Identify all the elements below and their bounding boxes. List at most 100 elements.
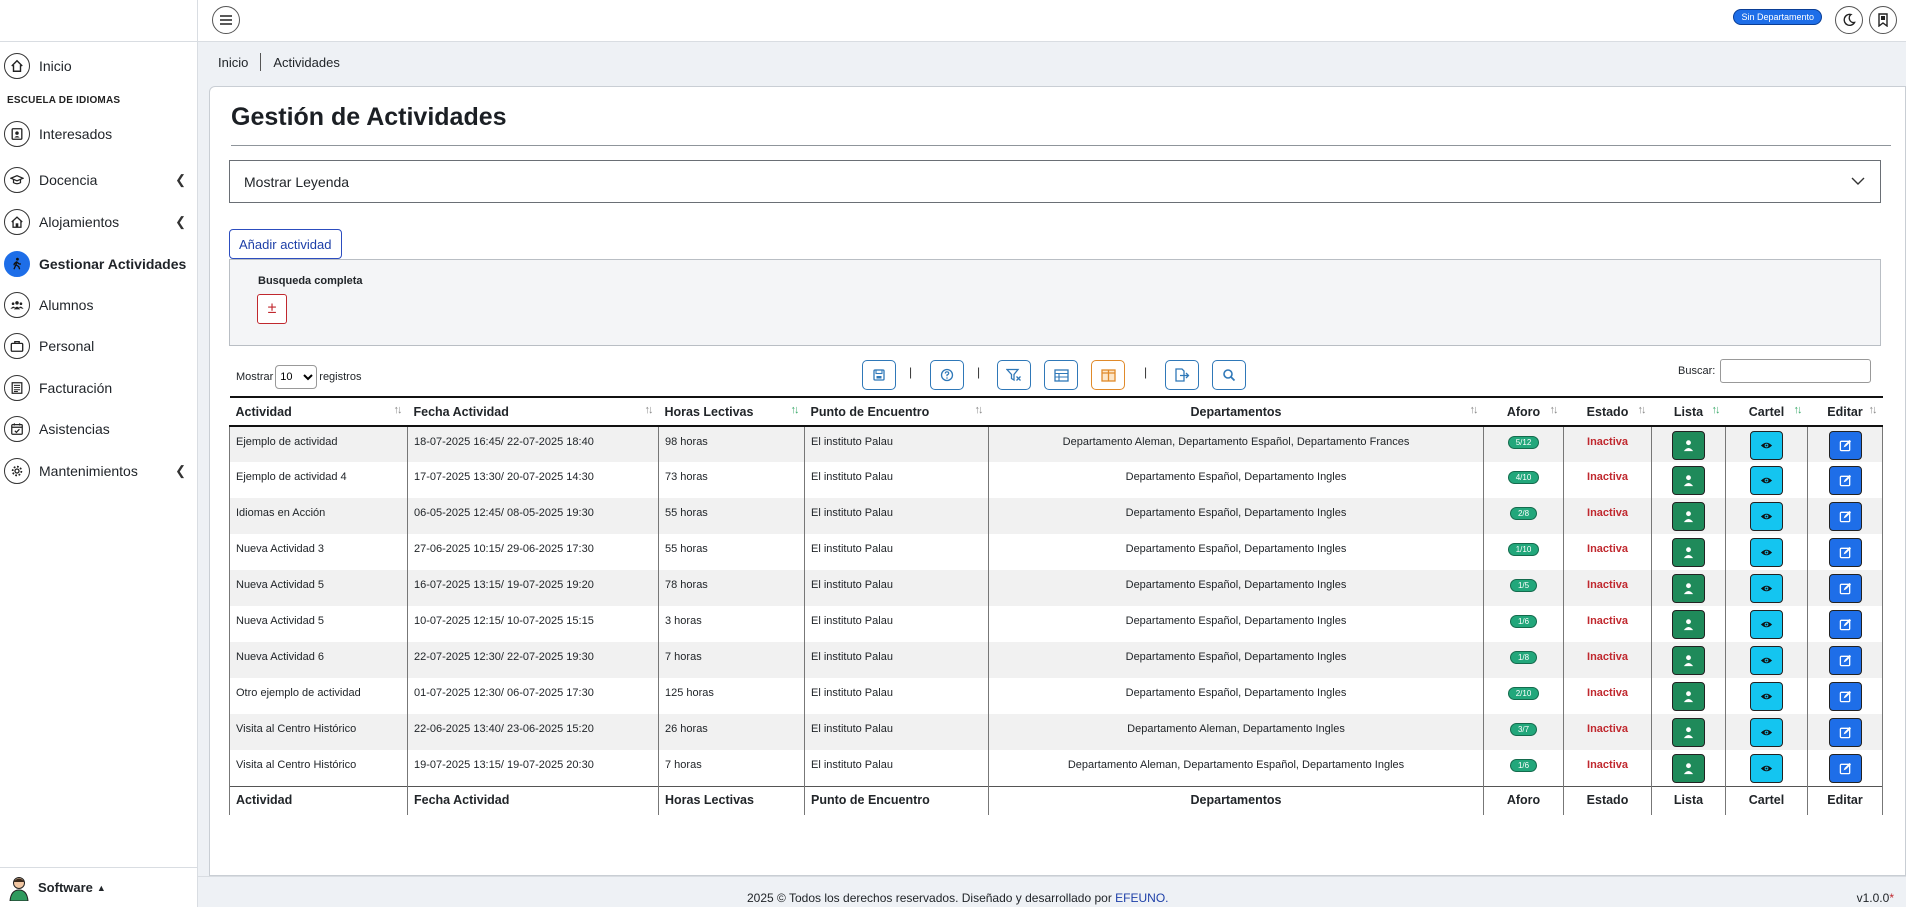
cell-cartel [1725,534,1808,570]
table-icon [1053,368,1069,382]
sidebar-item-interesados[interactable]: Interesados [0,118,198,150]
cell-punto: El instituto Palau [804,570,989,606]
poster-button[interactable] [1750,466,1783,495]
menu-toggle-button[interactable] [212,6,240,34]
save-state-button[interactable] [862,360,896,390]
clear-filter-button[interactable] [997,360,1031,390]
list-button[interactable] [1672,682,1705,711]
avatar [9,876,29,901]
footer-header-cell: Cartel [1725,785,1808,815]
cell-departamentos: Departamento Español, Departamento Ingle… [988,570,1484,606]
sidebar-item-alumnos[interactable]: Alumnos [0,289,198,321]
edit-button[interactable] [1828,502,1862,531]
aforo-badge: 1/6 [1509,759,1538,772]
sort-icon: ↑↓ [790,404,800,416]
poster-button[interactable] [1750,682,1783,711]
cell-estado: Inactiva [1563,498,1652,534]
search-button[interactable] [1212,360,1246,390]
column-header-departamentos[interactable]: Departamentos ↑↓ [988,396,1484,427]
edit-button[interactable] [1828,538,1862,567]
edit-button[interactable] [1828,610,1862,639]
cell-departamentos: Departamento Español, Departamento Ingle… [988,498,1484,534]
cell-fecha: 06-05-2025 12:45/ 08-05-2025 19:30 [407,498,659,534]
user-menu[interactable]: Software ▲ [0,867,198,907]
column-header-punto[interactable]: Punto de Encuentro ↑↓ [804,396,989,427]
department-badge[interactable]: Sin Departamento [1733,9,1822,25]
table-row: Nueva Actividad 3 27-06-2025 10:15/ 29-06… [229,534,1883,570]
edit-button[interactable] [1828,646,1862,675]
edit-button[interactable] [1828,718,1862,747]
file-export-icon [1175,368,1190,382]
add-activity-button[interactable]: Añadir actividad [229,229,342,259]
sidebar-item-docencia[interactable]: Docencia ❮ [0,164,198,196]
column-header-fecha[interactable]: Fecha Actividad ↑↓ [407,396,659,427]
cell-editar [1807,498,1883,534]
table-row: Nueva Actividad 6 22-07-2025 12:30/ 22-07… [229,642,1883,678]
sidebar-item-facturacion[interactable]: Facturación [0,372,198,404]
version-number: v1.0.0 [1856,891,1890,905]
poster-button[interactable] [1750,610,1783,639]
sidebar-item-asistencias[interactable]: Asistencias [0,413,198,445]
cell-departamentos: Departamento Español, Departamento Ingle… [988,606,1484,642]
edit-button[interactable] [1828,754,1862,783]
sidebar-item-alojamientos[interactable]: Alojamientos ❮ [0,206,198,238]
footer-header-cell: Fecha Actividad [407,785,659,815]
poster-button[interactable] [1750,502,1783,531]
list-button[interactable] [1672,538,1705,567]
breadcrumb-home-link[interactable]: Inicio [218,55,248,70]
column-header-editar[interactable]: Editar ↑↓ [1807,396,1883,427]
cell-punto: El instituto Palau [804,606,989,642]
edit-button[interactable] [1828,682,1862,711]
poster-button[interactable] [1750,718,1783,747]
list-button[interactable] [1672,646,1705,675]
edit-button[interactable] [1828,431,1862,460]
list-button[interactable] [1672,431,1705,460]
page-length-select[interactable]: 10 [275,365,318,389]
cell-lista [1651,642,1726,678]
brand-link[interactable]: EFEUNO. [1115,891,1168,905]
edit-button[interactable] [1828,466,1862,495]
list-button[interactable] [1672,610,1705,639]
export-excel-button[interactable] [1044,360,1078,390]
poster-button[interactable] [1750,431,1783,460]
list-button[interactable] [1672,574,1705,603]
column-header-horas[interactable]: Horas Lectivas ↑↓ [658,396,805,427]
bookmark-button[interactable] [1869,6,1897,34]
legend-toggle[interactable]: Mostrar Leyenda [229,160,1881,203]
sidebar-item-inicio[interactable]: Inicio [0,50,198,82]
edit-button[interactable] [1828,574,1862,603]
sidebar-item-gestionar-actividades[interactable]: Gestionar Actividades [0,248,198,280]
version-mark: * [1889,891,1894,905]
cell-fecha: 01-07-2025 12:30/ 06-07-2025 17:30 [407,678,659,714]
poster-button[interactable] [1750,754,1783,783]
sidebar-item-mantenimientos[interactable]: Mantenimientos ❮ [0,455,198,487]
poster-button[interactable] [1750,646,1783,675]
column-header-actividad[interactable]: Actividad ↑↓ [229,396,408,427]
help-button[interactable] [930,360,964,390]
poster-button[interactable] [1750,574,1783,603]
table-search-input[interactable] [1720,359,1872,383]
theme-toggle-button[interactable] [1835,6,1863,34]
caret-up-icon: ▲ [96,882,106,893]
list-button[interactable] [1672,502,1705,531]
poster-button[interactable] [1750,538,1783,567]
full-search-toggle-button[interactable]: ± [257,294,287,324]
column-header-cartel[interactable]: Cartel ↑↓ [1725,396,1808,427]
list-button[interactable] [1672,718,1705,747]
status-badge: Inactiva [1587,759,1628,771]
cell-cartel [1725,678,1808,714]
cell-actividad: Nueva Actividad 5 [229,606,408,642]
list-button[interactable] [1672,466,1705,495]
footer-header-cell: Estado [1563,785,1652,815]
column-header-aforo[interactable]: Aforo ↑↓ [1483,396,1564,427]
sidebar-item-personal[interactable]: Personal [0,330,198,362]
list-button[interactable] [1672,754,1705,783]
main-card: Gestión de Actividades Mostrar Leyenda A… [209,86,1906,876]
column-header-estado[interactable]: Estado ↑↓ [1563,396,1652,427]
cell-punto: El instituto Palau [804,714,989,750]
export-file-button[interactable] [1165,360,1199,390]
column-visibility-button[interactable] [1091,360,1125,390]
cell-lista [1651,534,1726,570]
edit-icon [1839,582,1851,595]
column-header-lista[interactable]: Lista ↑↓ [1651,396,1726,427]
